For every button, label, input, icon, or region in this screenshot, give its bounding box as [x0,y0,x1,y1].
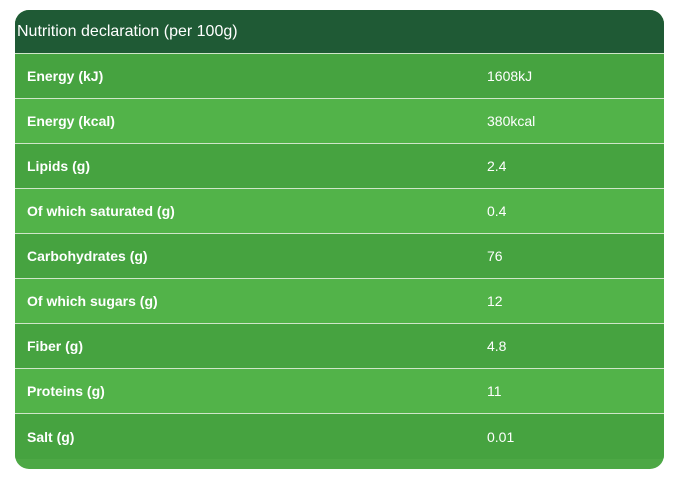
row-label: Carbohydrates (g) [27,248,148,264]
row-label: Energy (kJ) [27,68,104,84]
nutrition-table: Nutrition declaration (per 100g) Energy … [15,10,664,469]
row-value: 12 [487,293,503,309]
row-label: Of which sugars (g) [27,293,158,309]
row-label: Salt (g) [27,428,75,445]
row-label: Fiber (g) [27,338,83,354]
row-value: 4.8 [487,338,507,354]
row-value: 0.4 [487,203,507,219]
table-row: Fiber (g) 4.8 [15,324,664,369]
table-row: Carbohydrates (g) 76 [15,234,664,279]
row-label: Proteins (g) [27,383,105,399]
table-row: Of which saturated (g) 0.4 [15,189,664,234]
row-value: 2.4 [487,158,507,174]
row-label: Of which saturated (g) [27,203,175,219]
table-row: Energy (kJ) 1608kJ [15,54,664,99]
row-value: 1608kJ [487,68,533,84]
row-value: 76 [487,248,503,264]
table-row: Energy (kcal) 380kcal [15,99,664,144]
table-title: Nutrition declaration (per 100g) [15,10,664,54]
row-label: Energy (kcal) [27,113,115,129]
table-row: Lipids (g) 2.4 [15,144,664,189]
row-value: 0.01 [487,428,515,445]
table-row: Of which sugars (g) 12 [15,279,664,324]
table-body: Energy (kJ) 1608kJ Energy (kcal) 380kcal… [15,54,664,459]
table-row: Salt (g) 0.01 [15,414,664,459]
row-value: 380kcal [487,113,536,129]
row-value: 11 [487,383,502,399]
row-label: Lipids (g) [27,158,90,174]
table-row: Proteins (g) 11 [15,369,664,414]
